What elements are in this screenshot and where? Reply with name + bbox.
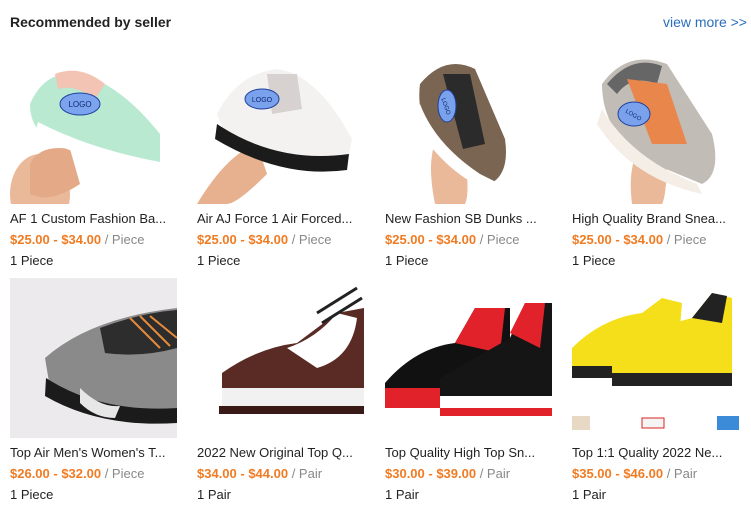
min-order: 1 Pair: [385, 487, 419, 502]
product-price: $25.00 - $34.00 / Piece: [385, 231, 552, 248]
product-image[interactable]: [10, 278, 177, 438]
product-name[interactable]: Top Quality High Top Sn...: [385, 444, 552, 461]
price-range: $35.00 - $46.00: [572, 466, 664, 481]
price-range: $25.00 - $34.00: [385, 232, 477, 247]
product-card[interactable]: LOGO Air AJ Force 1 Air Forced... $25.00…: [197, 44, 364, 269]
price-unit: / Pair: [479, 466, 511, 481]
price-range: $25.00 - $34.00: [10, 232, 102, 247]
product-image[interactable]: [385, 278, 552, 438]
price-range: $30.00 - $39.00: [385, 466, 477, 481]
product-image[interactable]: [197, 278, 364, 438]
product-card[interactable]: 2022 New Original Top Q... $34.00 - $44.…: [197, 278, 364, 503]
price-unit: / Piece: [104, 232, 145, 247]
product-image[interactable]: LOGO: [197, 44, 364, 204]
product-card[interactable]: LOGO AF 1 Custom Fashion Ba... $25.00 - …: [10, 44, 177, 269]
product-name[interactable]: 2022 New Original Top Q...: [197, 444, 364, 461]
product-price: $25.00 - $34.00 / Piece: [10, 231, 177, 248]
price-unit: / Piece: [666, 232, 707, 247]
price-unit: / Pair: [291, 466, 323, 481]
min-order: 1 Piece: [197, 253, 241, 268]
product-price: $30.00 - $39.00 / Pair: [385, 465, 552, 482]
product-image[interactable]: [572, 278, 739, 438]
product-name[interactable]: Air AJ Force 1 Air Forced...: [197, 210, 364, 227]
logo-text: LOGO: [68, 100, 91, 109]
price-range: $25.00 - $34.00: [572, 232, 664, 247]
price-unit: / Piece: [104, 466, 145, 481]
product-card[interactable]: Top Air Men's Women's T... $26.00 - $32.…: [10, 278, 177, 503]
view-more-link[interactable]: view more >>: [663, 14, 747, 30]
product-price: $34.00 - $44.00 / Pair: [197, 465, 364, 482]
min-order: 1 Piece: [10, 253, 54, 268]
product-image[interactable]: LOGO: [385, 44, 552, 204]
price-unit: / Pair: [666, 466, 698, 481]
min-order: 1 Pair: [572, 487, 606, 502]
price-range: $26.00 - $32.00: [10, 466, 102, 481]
price-range: $25.00 - $34.00: [197, 232, 289, 247]
product-name[interactable]: Top Air Men's Women's T...: [10, 444, 177, 461]
product-price: $25.00 - $34.00 / Piece: [197, 231, 364, 248]
price-unit: / Piece: [291, 232, 332, 247]
section-title: Recommended by seller: [10, 14, 172, 30]
product-name[interactable]: AF 1 Custom Fashion Ba...: [10, 210, 177, 227]
min-order: 1 Piece: [572, 253, 616, 268]
price-unit: / Piece: [479, 232, 520, 247]
product-image[interactable]: LOGO: [572, 44, 739, 204]
product-name[interactable]: High Quality Brand Snea...: [572, 210, 739, 227]
product-card[interactable]: Top 1:1 Quality 2022 Ne... $35.00 - $46.…: [572, 278, 739, 503]
product-price: $26.00 - $32.00 / Piece: [10, 465, 177, 482]
price-range: $34.00 - $44.00: [197, 466, 289, 481]
product-price: $35.00 - $46.00 / Pair: [572, 465, 739, 482]
min-order: 1 Piece: [10, 487, 54, 502]
product-image[interactable]: LOGO: [10, 44, 177, 204]
product-price: $25.00 - $34.00 / Piece: [572, 231, 739, 248]
min-order: 1 Pair: [197, 487, 231, 502]
section-header: Recommended by seller view more >>: [10, 0, 751, 44]
product-card[interactable]: LOGO New Fashion SB Dunks ... $25.00 - $…: [385, 44, 552, 269]
product-name[interactable]: New Fashion SB Dunks ...: [385, 210, 552, 227]
logo-text: LOGO: [252, 97, 273, 104]
product-card[interactable]: Top Quality High Top Sn... $30.00 - $39.…: [385, 278, 552, 503]
product-name[interactable]: Top 1:1 Quality 2022 Ne...: [572, 444, 739, 461]
product-card[interactable]: LOGO High Quality Brand Snea... $25.00 -…: [572, 44, 739, 269]
min-order: 1 Piece: [385, 253, 429, 268]
